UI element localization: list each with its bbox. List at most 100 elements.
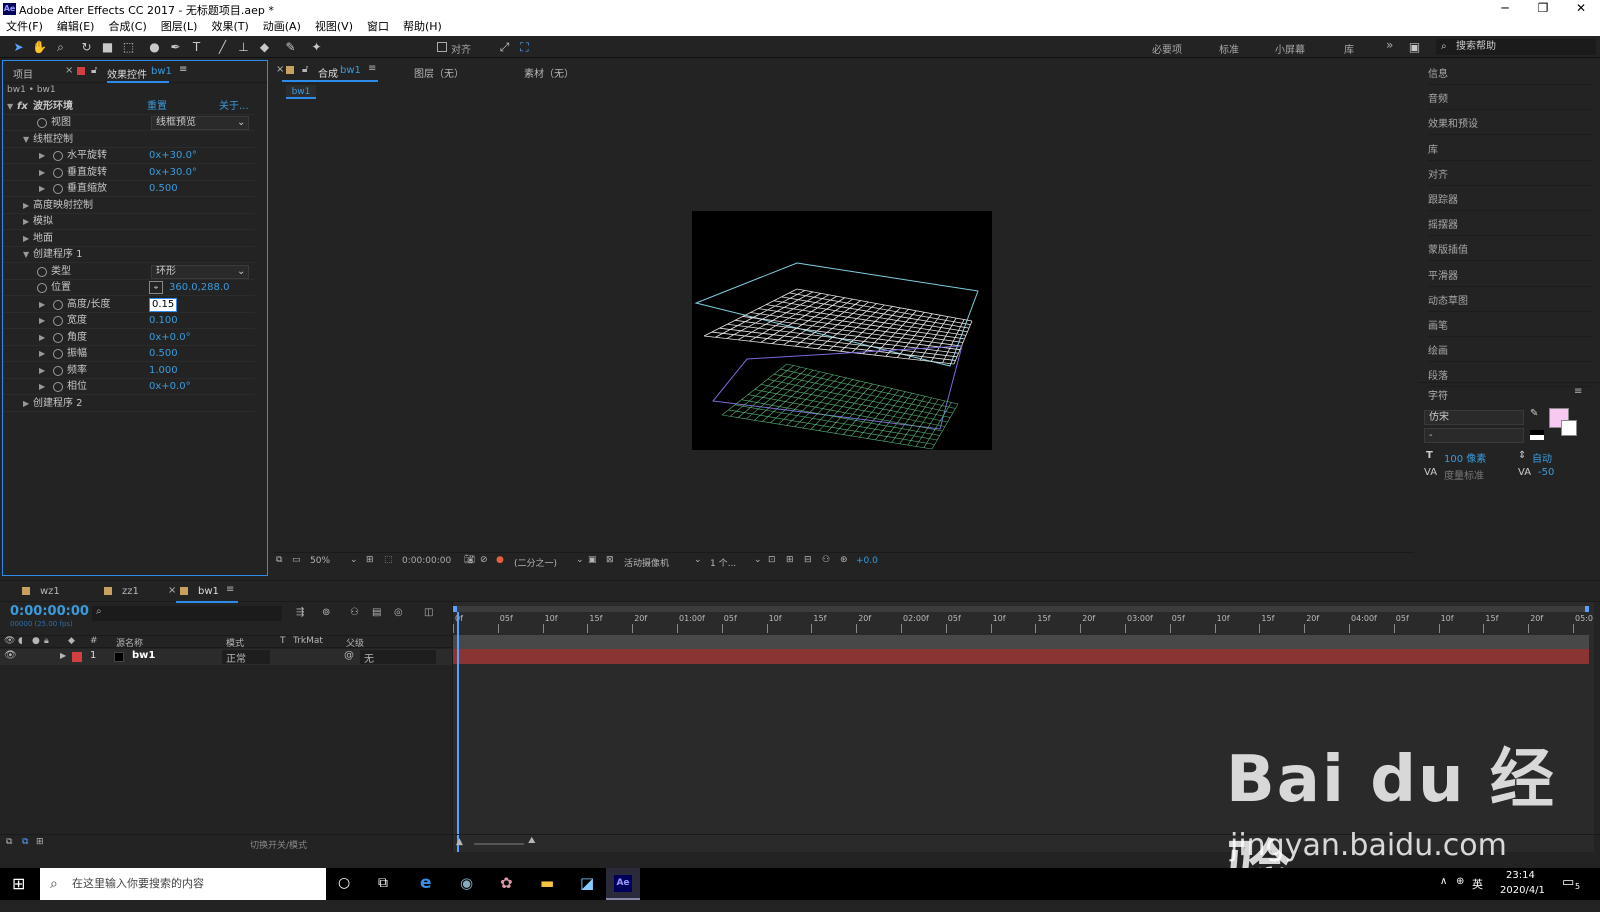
eye-icon[interactable]: 👁︎ xyxy=(4,636,15,646)
current-time-indicator[interactable] xyxy=(457,612,459,852)
fx-property-row[interactable]: ▶ 创建程序 2 xyxy=(3,396,255,412)
fx-property-row[interactable]: ▶ 模拟 xyxy=(3,214,255,230)
panel-item[interactable]: 对齐 xyxy=(1428,166,1592,186)
ellipse-tool-icon[interactable]: ● xyxy=(146,39,163,55)
panel-item[interactable]: 信息 xyxy=(1428,65,1592,85)
property-dropdown[interactable]: 环形 xyxy=(151,264,249,279)
expand-triangle-icon[interactable]: ▶ xyxy=(39,148,45,164)
expand-triangle-icon[interactable]: ▶ xyxy=(39,313,45,329)
zoom-slider[interactable] xyxy=(474,843,524,845)
search-help-input[interactable]: ⌕ 搜索帮助 xyxy=(1436,39,1596,55)
exposure-value[interactable]: +0.0 xyxy=(856,556,878,566)
edge-browser-icon[interactable]: e xyxy=(420,873,432,893)
cortana-icon[interactable]: ○ xyxy=(338,875,350,891)
tab-effect-layer[interactable]: bw1 xyxy=(151,66,172,77)
panel-item[interactable]: 摇摆器 xyxy=(1428,216,1592,237)
timeline-icon[interactable]: ⊟ xyxy=(804,555,812,565)
timeline-tab-bw1[interactable]: bw1 xyxy=(198,586,219,597)
composition-viewer-canvas[interactable] xyxy=(692,211,992,450)
zoom-tool-icon[interactable]: ⌕ xyxy=(52,39,69,55)
panel-item[interactable]: 平滑器 xyxy=(1428,267,1592,287)
menu-composition[interactable]: 合成(C) xyxy=(108,18,146,36)
brush-tool-icon[interactable]: ╱ xyxy=(214,39,231,55)
tab-close-icon[interactable]: × xyxy=(168,585,176,596)
panel-item[interactable]: 绘画 xyxy=(1428,342,1592,363)
column-source-name[interactable]: 源名称 xyxy=(116,636,143,649)
exposure-reset-icon[interactable]: ⊛ xyxy=(840,555,848,565)
fx-property-row[interactable]: ▶ 水平旋转 0x+30.0° xyxy=(3,148,255,164)
kerning-value[interactable]: 度量标准 xyxy=(1444,467,1484,482)
property-value[interactable]: 1.000 xyxy=(149,363,178,379)
menu-animation[interactable]: 动画(A) xyxy=(263,18,301,36)
time-ruler[interactable]: 0f05f10f15f20f01:00f05f10f15f20f02:00f05… xyxy=(453,614,1595,634)
workspace-essentials[interactable]: 必要项 xyxy=(1152,41,1182,56)
menu-edit[interactable]: 编辑(E) xyxy=(57,18,95,36)
stopwatch-icon[interactable] xyxy=(53,382,63,392)
expand-triangle-icon[interactable]: ▶ xyxy=(23,198,29,214)
current-time-display[interactable]: 0:00:00:00 xyxy=(10,604,89,619)
snap-icon[interactable]: ⤢ xyxy=(496,39,513,55)
fx-property-row[interactable]: ▶ 宽度 0.100 xyxy=(3,313,255,329)
stopwatch-icon[interactable] xyxy=(53,316,63,326)
type-tool-icon[interactable]: T xyxy=(188,39,205,55)
column-trkmat[interactable]: TrkMat xyxy=(293,636,323,646)
layer-row[interactable]: 👁︎ ▶ 1 bw1 正常 @ 无 xyxy=(0,649,452,665)
stopwatch-icon[interactable] xyxy=(37,266,47,277)
column-parent[interactable]: 父级 xyxy=(346,636,364,649)
flowchart-icon[interactable]: ⚇ xyxy=(822,555,830,565)
fx-property-row[interactable]: ▶ 角度 0x+0.0° xyxy=(3,330,255,346)
expand-triangle-icon[interactable]: ▶ xyxy=(39,346,45,362)
property-value[interactable]: 0x+30.0° xyxy=(149,165,197,181)
windows-start-icon[interactable]: ⊞ xyxy=(12,874,25,893)
toggle-switches-modes[interactable]: 切换开关/模式 xyxy=(250,838,307,851)
snap-target-icon[interactable]: ⛶ xyxy=(516,39,533,55)
stroke-color-swatch[interactable] xyxy=(1561,420,1577,436)
frame-blending-icon[interactable]: ▤ xyxy=(372,607,381,618)
point-crosshair-icon[interactable]: ⌖ xyxy=(149,281,163,294)
tab-project[interactable]: 项目 xyxy=(13,66,33,81)
graph-editor-icon[interactable]: ◫ xyxy=(424,607,433,618)
panel-item[interactable]: 蒙版插值 xyxy=(1428,241,1592,262)
timeline-tab-wz1[interactable]: wz1 xyxy=(40,586,60,597)
camera-view-dropdown[interactable]: 活动摄像机 xyxy=(624,556,669,569)
taskbar-time[interactable]: 23:14 xyxy=(1506,870,1535,881)
parent-dropdown[interactable]: 无 xyxy=(360,650,436,665)
property-value[interactable]: 0x+0.0° xyxy=(149,330,191,346)
menu-file[interactable]: 文件(F) xyxy=(6,18,43,36)
tab-close-icon[interactable]: × xyxy=(65,65,73,76)
panel-item[interactable]: 动态草图 xyxy=(1428,292,1592,312)
layer-name[interactable]: bw1 xyxy=(132,650,155,661)
panel-menu-icon[interactable]: ≡ xyxy=(226,584,234,595)
panel-menu-icon[interactable]: ≡ xyxy=(368,63,376,74)
chevron-down-icon[interactable]: ⌄ xyxy=(576,555,584,565)
workspace-standard[interactable]: 标准 xyxy=(1219,41,1239,56)
leading-value[interactable]: 自动 xyxy=(1532,450,1552,465)
solo-icon[interactable]: ● xyxy=(32,636,40,646)
menu-view[interactable]: 视图(V) xyxy=(315,18,353,36)
ime-indicator[interactable]: 英 xyxy=(1472,876,1483,892)
workspace-libraries[interactable]: 库 xyxy=(1344,41,1354,56)
workspace-small-screen[interactable]: 小屏幕 xyxy=(1275,41,1305,56)
view-layout-dropdown[interactable]: 1 个... xyxy=(710,556,736,569)
selection-tool-icon[interactable]: ➤ xyxy=(10,39,27,55)
collapse-triangle-icon[interactable]: ▼ xyxy=(7,99,13,115)
always-preview-icon[interactable]: ⧉ xyxy=(276,555,282,565)
network-icon[interactable]: ⊕ xyxy=(1456,876,1464,887)
eraser-tool-icon[interactable]: ◆ xyxy=(256,39,273,55)
fx-property-row[interactable]: ▶ 振幅 0.500 xyxy=(3,346,255,362)
expand-triangle-icon[interactable]: ▶ xyxy=(39,363,45,379)
menu-window[interactable]: 窗口 xyxy=(367,18,389,36)
menu-layer[interactable]: 图层(L) xyxy=(161,18,198,36)
lock-column-icon[interactable]: 🔒︎ xyxy=(44,636,49,646)
safe-margins-icon[interactable]: ⬚ xyxy=(384,555,393,565)
fx-property-row[interactable]: ▶ 垂直缩放 0.500 xyxy=(3,181,255,197)
fx-property-row[interactable]: ▶ 高度/长度 0.15 xyxy=(3,297,255,313)
layer-mode-dropdown[interactable]: 正常 xyxy=(222,650,270,665)
tab-effect-controls[interactable]: 效果控件 xyxy=(107,66,147,81)
expand-triangle-icon[interactable]: ▶ xyxy=(39,165,45,181)
audio-icon[interactable]: ◖ xyxy=(18,636,23,646)
panel-menu-icon[interactable]: ≡ xyxy=(179,64,187,75)
fx-property-row[interactable]: 类型 环形 ⌄ xyxy=(3,264,255,280)
expand-triangle-icon[interactable]: ▶ xyxy=(60,651,66,660)
tab-composition[interactable]: 合成 xyxy=(318,65,338,80)
